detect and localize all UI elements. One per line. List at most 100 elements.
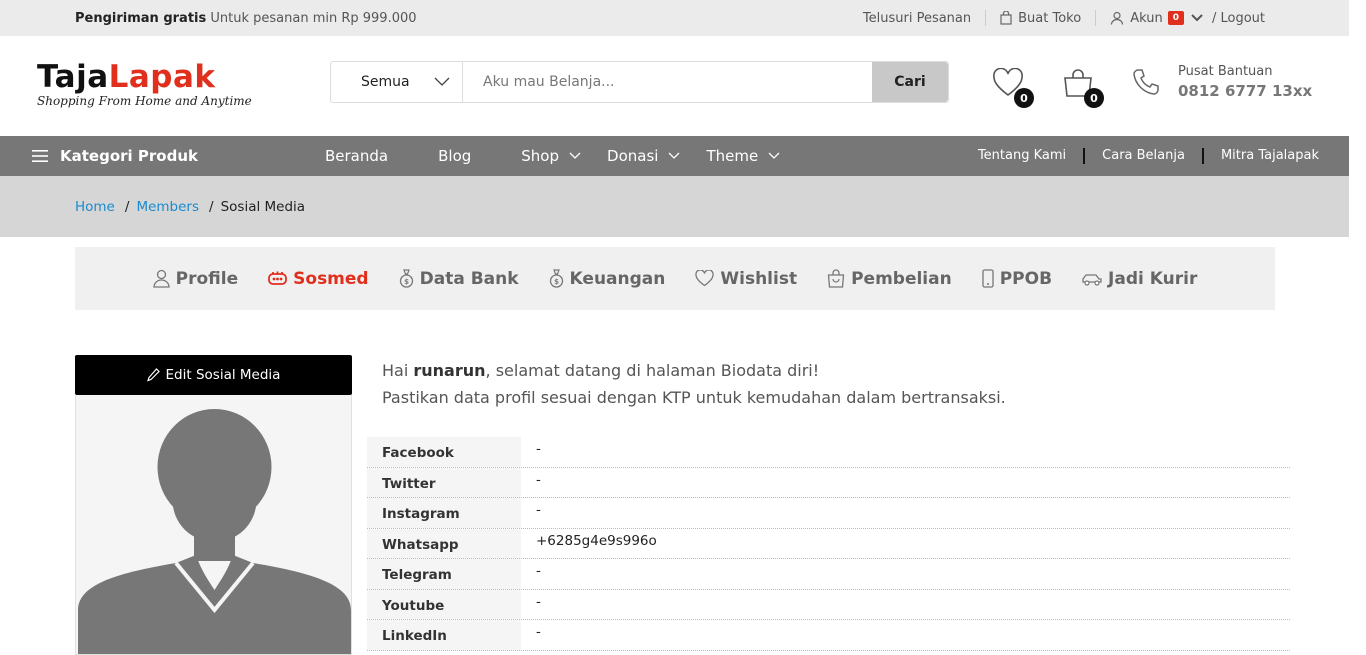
table-row: LinkedIn - [367,620,1290,651]
row-label: LinkedIn [367,620,521,650]
nav-item-donasi[interactable]: Donasi [607,147,680,165]
category-menu-button[interactable]: Kategori Produk [32,147,198,165]
cart-count: 0 [1084,88,1104,108]
breadcrumb-bar: Home / Members / Sosial Media [0,176,1349,237]
nav-label: Shop [521,147,560,165]
site-header: TajaLapak Shopping From Home and Anytime… [0,36,1349,136]
nav-item-beranda[interactable]: Beranda [325,147,388,165]
top-bar: Pengiriman gratis Untuk pesanan min Rp 9… [0,0,1349,36]
create-store-link[interactable]: Buat Toko [986,10,1097,26]
breadcrumb: Home / Members / Sosial Media [75,199,305,215]
table-row: Instagram - [367,498,1290,529]
table-row: Youtube - [367,589,1290,620]
breadcrumb-current: Sosial Media [220,199,306,215]
tab-profile[interactable]: Profile [153,269,238,289]
tab-label: Data Bank [419,268,519,289]
nav-item-shop[interactable]: Shop [521,147,581,165]
account-badge: 0 [1167,11,1184,25]
member-tabs: Profile Sosmed $ Data Bank $ Keuangan Wi… [75,247,1275,310]
site-logo[interactable]: TajaLapak Shopping From Home and Anytime [37,59,252,109]
tab-ppob[interactable]: PPOB [982,269,1052,289]
tab-label: Profile [175,268,239,289]
tab-sosmed[interactable]: Sosmed [268,268,369,289]
tab-jadi-kurir[interactable]: Jadi Kurir [1082,269,1197,289]
help-center[interactable]: Pusat Bantuan 0812 6777 13xx [1132,64,1312,100]
track-order-link[interactable]: Telusuri Pesanan [849,10,987,26]
tab-label: Keuangan [569,268,666,289]
table-row: Twitter - [367,467,1290,498]
store-bag-icon [1000,11,1012,25]
search-button[interactable]: Cari [872,62,948,102]
search-bar: Semua Cari [330,61,949,103]
row-value: - [536,563,541,579]
greeting-line2: Pastikan data profil sesuai dengan KTP u… [382,388,1006,407]
category-menu-label: Kategori Produk [60,147,198,165]
edit-social-media-button[interactable]: Edit Sosial Media [75,355,352,395]
pencil-icon [146,368,160,382]
help-title: Pusat Bantuan [1178,64,1273,79]
edit-button-label: Edit Sosial Media [165,367,281,383]
row-value: - [536,471,541,488]
table-row: Facebook - [367,437,1290,468]
default-avatar-icon [76,395,351,654]
chevron-down-icon [1191,14,1203,22]
shopping-bag-icon [827,269,845,288]
logout-link[interactable]: / Logout [1212,11,1265,26]
tab-wishlist[interactable]: Wishlist [695,269,797,289]
money-bag-icon: $ [549,269,563,288]
svg-text:$: $ [554,278,559,286]
chevron-down-icon [768,152,780,159]
create-store-label: Buat Toko [1018,10,1082,26]
account-menu[interactable]: Akun 0 / Logout [1096,10,1265,26]
search-input[interactable] [463,62,872,102]
svg-text:$: $ [404,278,409,286]
nav-label: Theme [706,147,759,165]
nav-item-theme[interactable]: Theme [706,147,780,165]
row-label: Youtube [367,589,521,619]
nav-link-tentang-kami[interactable]: Tentang Kami [961,148,1086,164]
nav-link-mitra[interactable]: Mitra Tajalapak [1204,148,1319,164]
chevron-down-icon [434,77,450,86]
social-chat-icon [268,271,288,285]
hamburger-icon [32,150,48,162]
wishlist-count: 0 [1014,88,1034,108]
wishlist-button[interactable]: 0 [992,67,1034,108]
search-category-select[interactable]: Semua [331,62,463,102]
shipping-bold: Pengiriman gratis [75,11,207,26]
row-label: Facebook [367,437,521,467]
nav-link-cara-belanja[interactable]: Cara Belanja [1085,148,1204,164]
breadcrumb-members[interactable]: Members [136,199,199,215]
tab-label: PPOB [999,268,1053,289]
tab-label: Wishlist [720,268,798,289]
greeting-line1-rest: , selamat datang di halaman Biodata diri… [485,361,820,380]
greeting-hai: Hai [382,361,409,380]
car-icon [1082,273,1102,286]
chevron-down-icon [569,152,581,159]
table-row: Telegram - [367,559,1290,590]
row-value: - [536,624,541,640]
tab-pembelian[interactable]: Pembelian [827,269,952,289]
nav-label: Blog [438,147,472,165]
row-label: Twitter [367,467,521,497]
chevron-down-icon [668,152,680,159]
search-category-value: Semua [361,74,410,90]
tab-label: Jadi Kurir [1108,268,1198,289]
tab-label: Sosmed [293,268,369,289]
nav-label: Beranda [325,147,389,165]
cart-button[interactable]: 0 [1062,68,1104,108]
tab-keuangan[interactable]: $ Keuangan [549,268,666,289]
logo-part1: Taja [37,59,109,95]
nav-item-blog[interactable]: Blog [438,147,471,165]
row-value: - [536,441,541,457]
breadcrumb-home[interactable]: Home [75,199,115,215]
greeting-line1: Hai runarun, selamat datang di halaman B… [382,357,1006,384]
mobile-phone-icon [982,269,994,288]
phone-icon [1133,69,1159,95]
breadcrumb-separator: / [209,199,214,215]
tab-label: Pembelian [851,268,952,289]
row-label: Telegram [367,559,521,589]
user-icon [1111,11,1124,25]
tab-data-bank[interactable]: $ Data Bank [399,269,519,289]
shipping-notice: Pengiriman gratis Untuk pesanan min Rp 9… [75,11,417,26]
greeting: Hai runarun, selamat datang di halaman B… [382,357,1006,411]
